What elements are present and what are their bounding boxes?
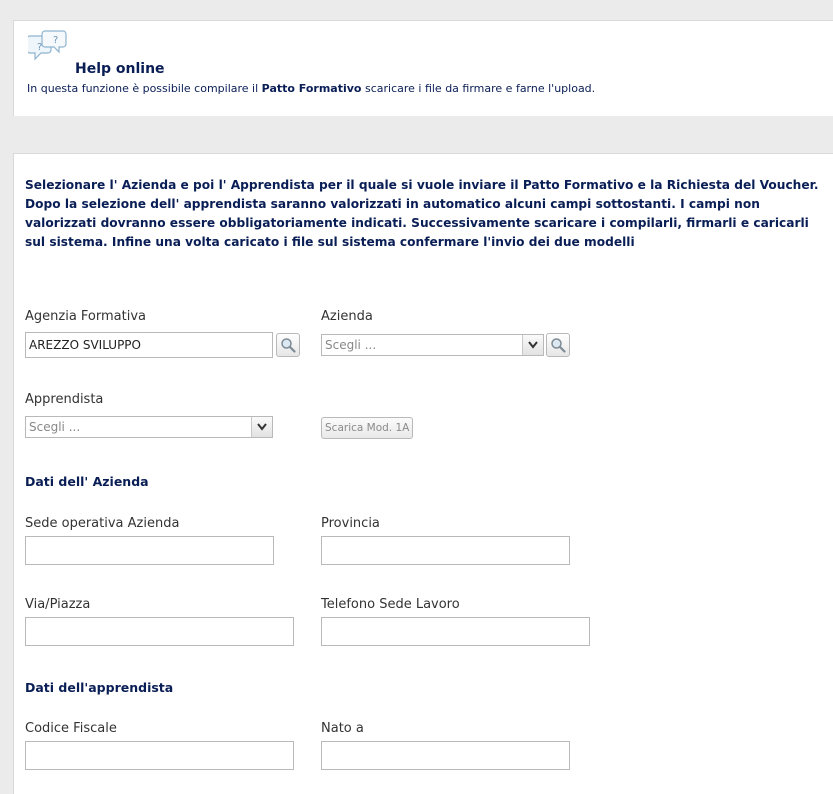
agenzia-search-icon[interactable] bbox=[276, 333, 300, 357]
codice-fiscale-input[interactable] bbox=[25, 741, 294, 770]
scarica-mod-1a-button[interactable]: Scarica Mod. 1A bbox=[321, 417, 414, 439]
telefono-label: Telefono Sede Lavoro bbox=[321, 597, 460, 612]
form-panel: Selezionare l' Azienda e poi l' Apprendi… bbox=[13, 153, 833, 794]
apprendista-select[interactable]: Scegli ... bbox=[25, 416, 273, 438]
apprendista-label: Apprendista bbox=[25, 392, 104, 407]
help-description: In questa funzione è possibile compilare… bbox=[27, 82, 595, 95]
azienda-search-icon[interactable] bbox=[546, 333, 570, 357]
provincia-label: Provincia bbox=[321, 516, 380, 531]
svg-text:?: ? bbox=[37, 42, 42, 53]
chevron-down-icon[interactable] bbox=[251, 417, 272, 437]
telefono-input[interactable] bbox=[321, 617, 590, 646]
azienda-select[interactable]: Scegli ... bbox=[321, 334, 544, 356]
help-title: Help online bbox=[75, 61, 165, 77]
intro-text: Selezionare l' Azienda e poi l' Apprendi… bbox=[25, 178, 819, 249]
agenzia-input[interactable]: AREZZO SVILUPPO bbox=[25, 332, 273, 358]
sede-input[interactable] bbox=[25, 536, 274, 565]
provincia-input[interactable] bbox=[321, 536, 570, 565]
apprendista-select-value: Scegli ... bbox=[29, 420, 81, 434]
help-desc-prefix: In questa funzione è possibile compilare… bbox=[27, 82, 262, 95]
help-panel: ? ? Help online In questa funzione è pos… bbox=[13, 20, 833, 116]
via-input[interactable] bbox=[25, 617, 294, 646]
sede-label: Sede operativa Azienda bbox=[25, 516, 180, 531]
chevron-down-icon[interactable] bbox=[522, 335, 543, 355]
via-label: Via/Piazza bbox=[25, 597, 91, 612]
agenzia-label: Agenzia Formativa bbox=[25, 309, 146, 324]
azienda-select-value: Scegli ... bbox=[325, 338, 377, 352]
help-desc-suffix: scaricare i file da firmare e farne l'up… bbox=[361, 82, 596, 95]
azienda-label: Azienda bbox=[321, 309, 373, 324]
section-azienda-title: Dati dell' Azienda bbox=[25, 474, 149, 489]
help-chat-icon: ? ? bbox=[26, 29, 72, 69]
codice-fiscale-label: Codice Fiscale bbox=[25, 721, 117, 736]
nato-a-input[interactable] bbox=[321, 741, 570, 770]
nato-a-label: Nato a bbox=[321, 721, 364, 736]
help-desc-bold: Patto Formativo bbox=[261, 82, 362, 95]
svg-text:?: ? bbox=[53, 35, 58, 46]
section-apprendista-title: Dati dell'apprendista bbox=[25, 680, 174, 695]
